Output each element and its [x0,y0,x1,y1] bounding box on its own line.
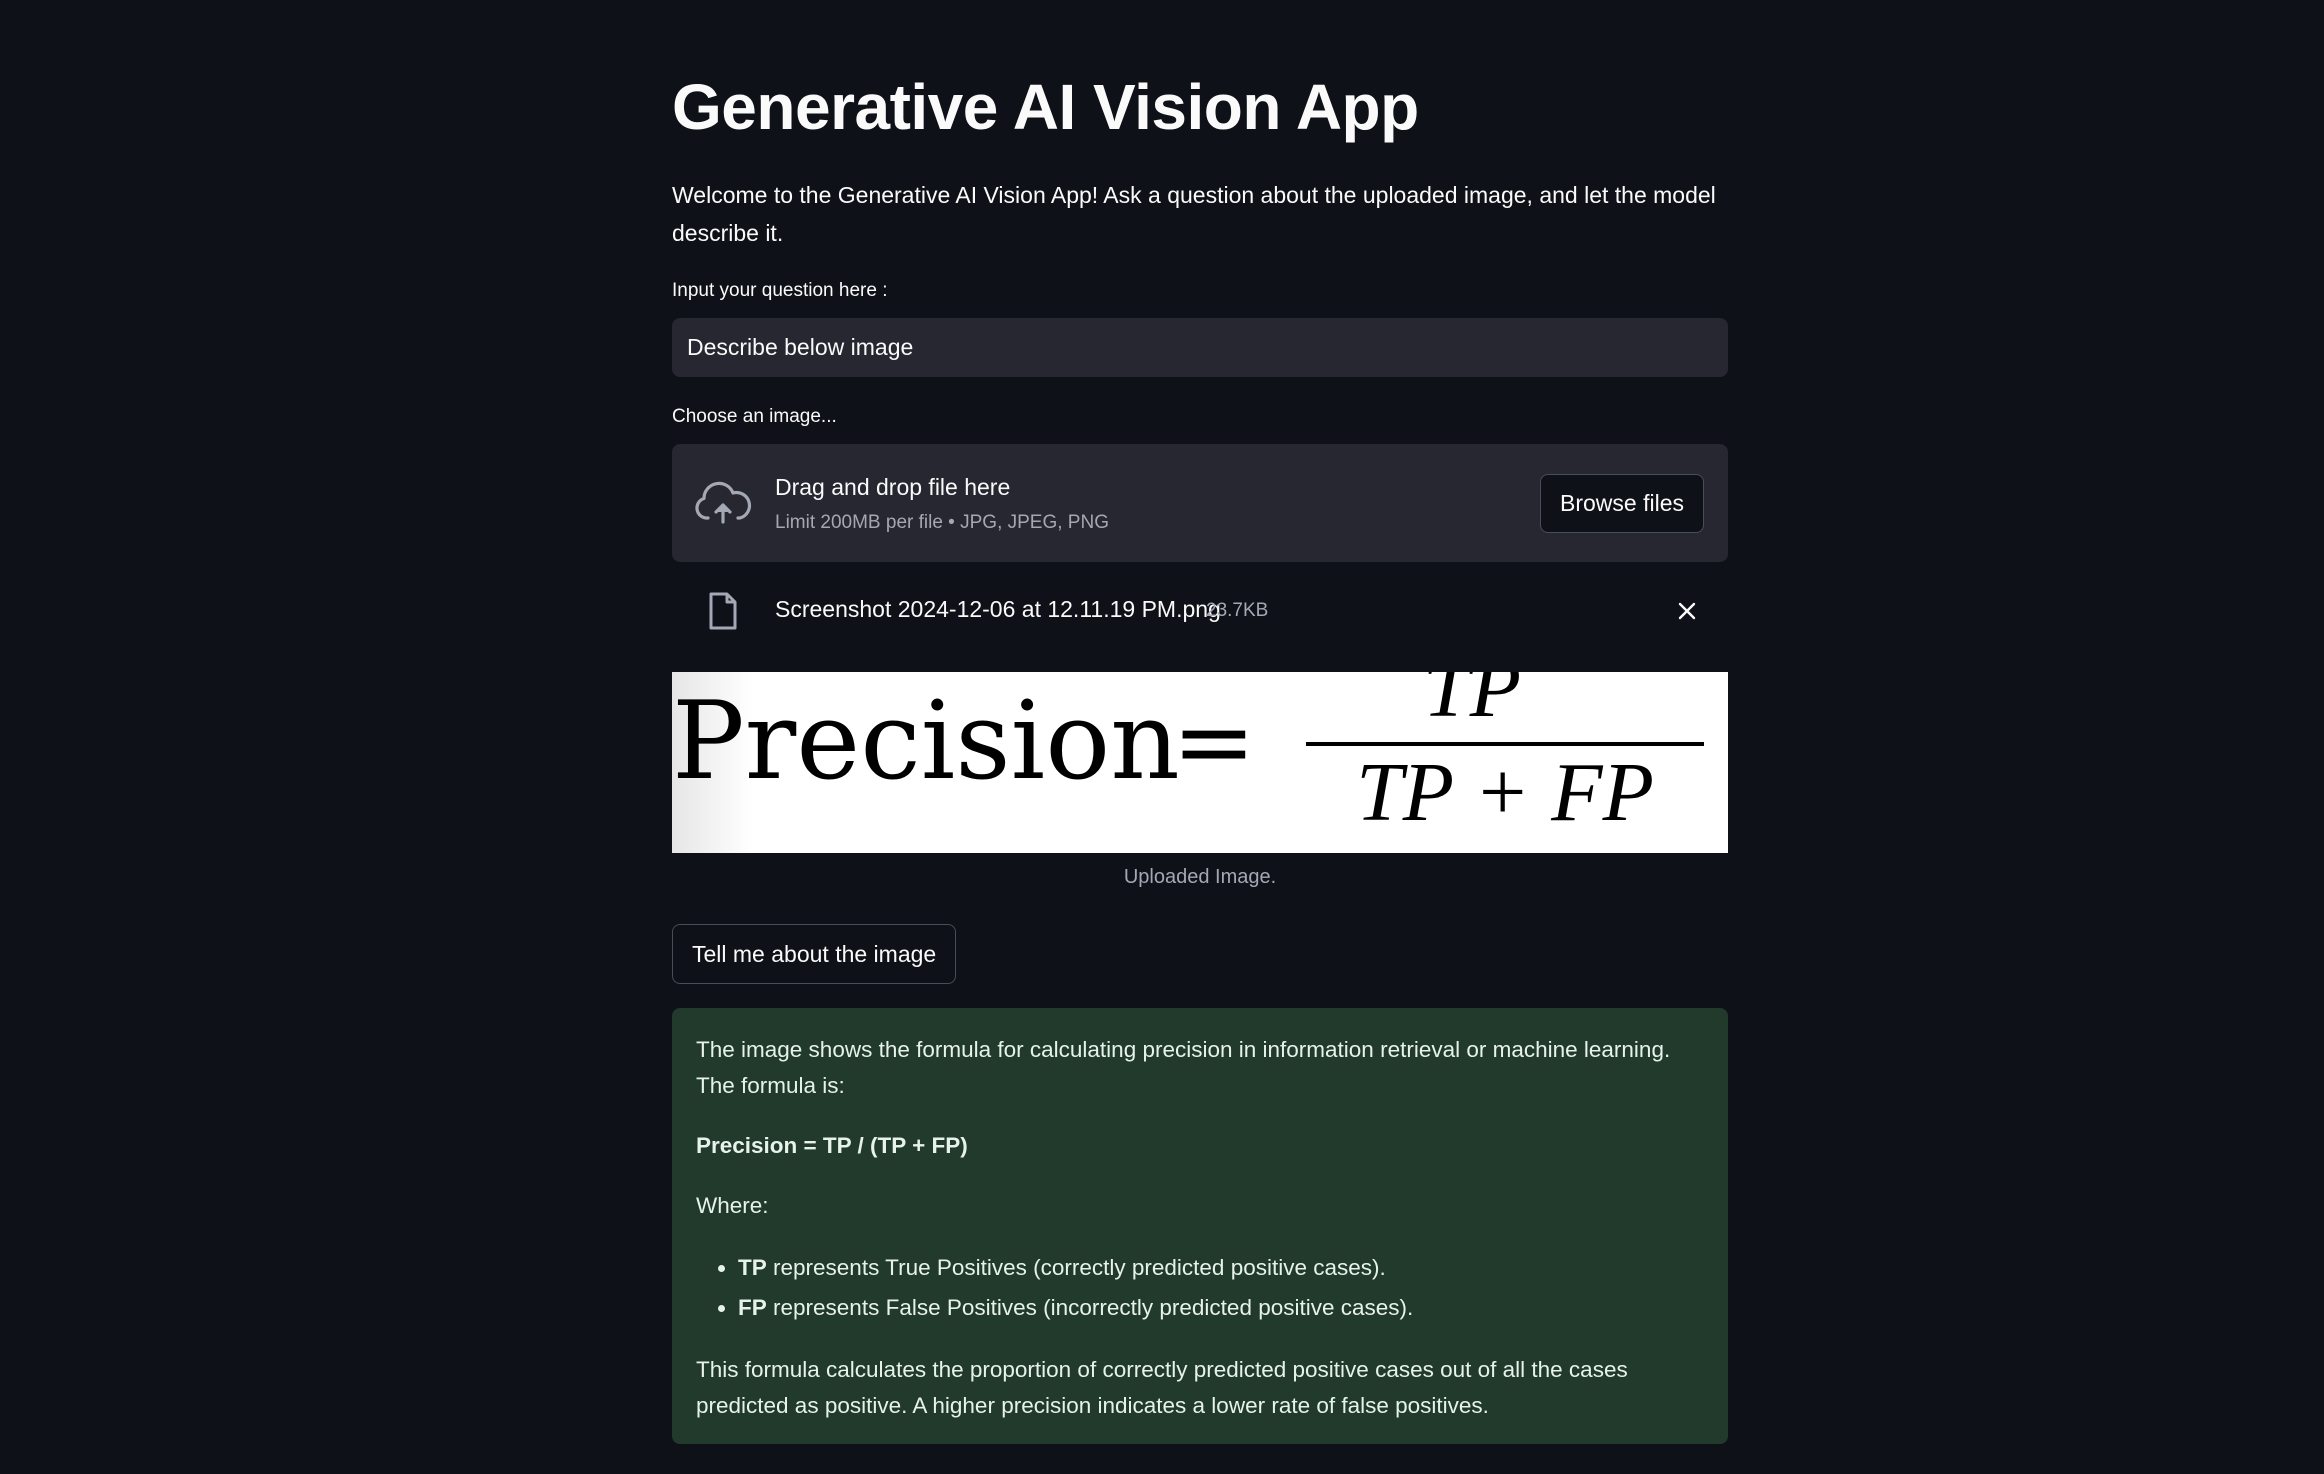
list-item: FP represents False Positives (incorrect… [738,1288,1704,1328]
file-icon [709,592,737,630]
file-size: 23.7KB [1206,600,1269,621]
file-name: Screenshot 2024-12-06 at 12.11.19 PM.png [775,596,1221,622]
formula-denominator: TP + FP [1356,746,1654,839]
image-caption: Uploaded Image. [1123,866,1277,888]
dropzone-title: Drag and drop file here [775,474,1011,500]
precision-formula-image: Precision = TP TP + FP [672,672,1704,839]
question-input[interactable] [672,318,1728,377]
uploaded-image: Precision = TP TP + FP [672,672,1728,853]
file-dropzone[interactable]: Drag and drop file here Limit 200MB per … [672,444,1728,562]
list-item-term: TP [738,1255,767,1280]
list-item-text: represents False Positives (incorrectly … [766,1295,1414,1320]
question-label: Input your question here : [672,280,888,301]
page-title: Generative AI Vision App [672,71,1419,143]
list-item-term: FP [738,1295,767,1320]
uploaded-file-row: Screenshot 2024-12-06 at 12.11.19 PM.png… [672,584,1728,634]
dropzone-limit: Limit 200MB per file • JPG, JPEG, PNG [775,512,1109,533]
list-item: TP represents True Positives (correctly … [738,1248,1704,1288]
response-conclusion: This formula calculates the proportion o… [696,1357,1628,1418]
formula-numerator: TP [1423,672,1521,735]
response-formula: Precision = TP / (TP + FP) [696,1133,968,1158]
formula-equals: = [1172,683,1256,800]
app-page: Generative AI Vision App Welcome to the … [0,0,2324,1474]
uploader-label: Choose an image... [672,406,837,427]
list-item-text: represents True Positives (correctly pre… [766,1255,1386,1280]
response-where: Where: [696,1193,769,1218]
cloud-upload-icon [695,481,752,524]
response-intro: The image shows the formula for calculat… [696,1037,1671,1098]
browse-files-button[interactable]: Browse files [1540,474,1704,533]
response-list: TP represents True Positives (correctly … [696,1248,1704,1328]
intro-text: Welcome to the Generative AI Vision App!… [672,182,1716,246]
formula-lhs: Precision [672,679,1180,804]
tell-me-button[interactable]: Tell me about the image [672,924,957,984]
response-box: The image shows the formula for calculat… [672,1008,1728,1444]
close-icon[interactable] [1674,598,1700,624]
